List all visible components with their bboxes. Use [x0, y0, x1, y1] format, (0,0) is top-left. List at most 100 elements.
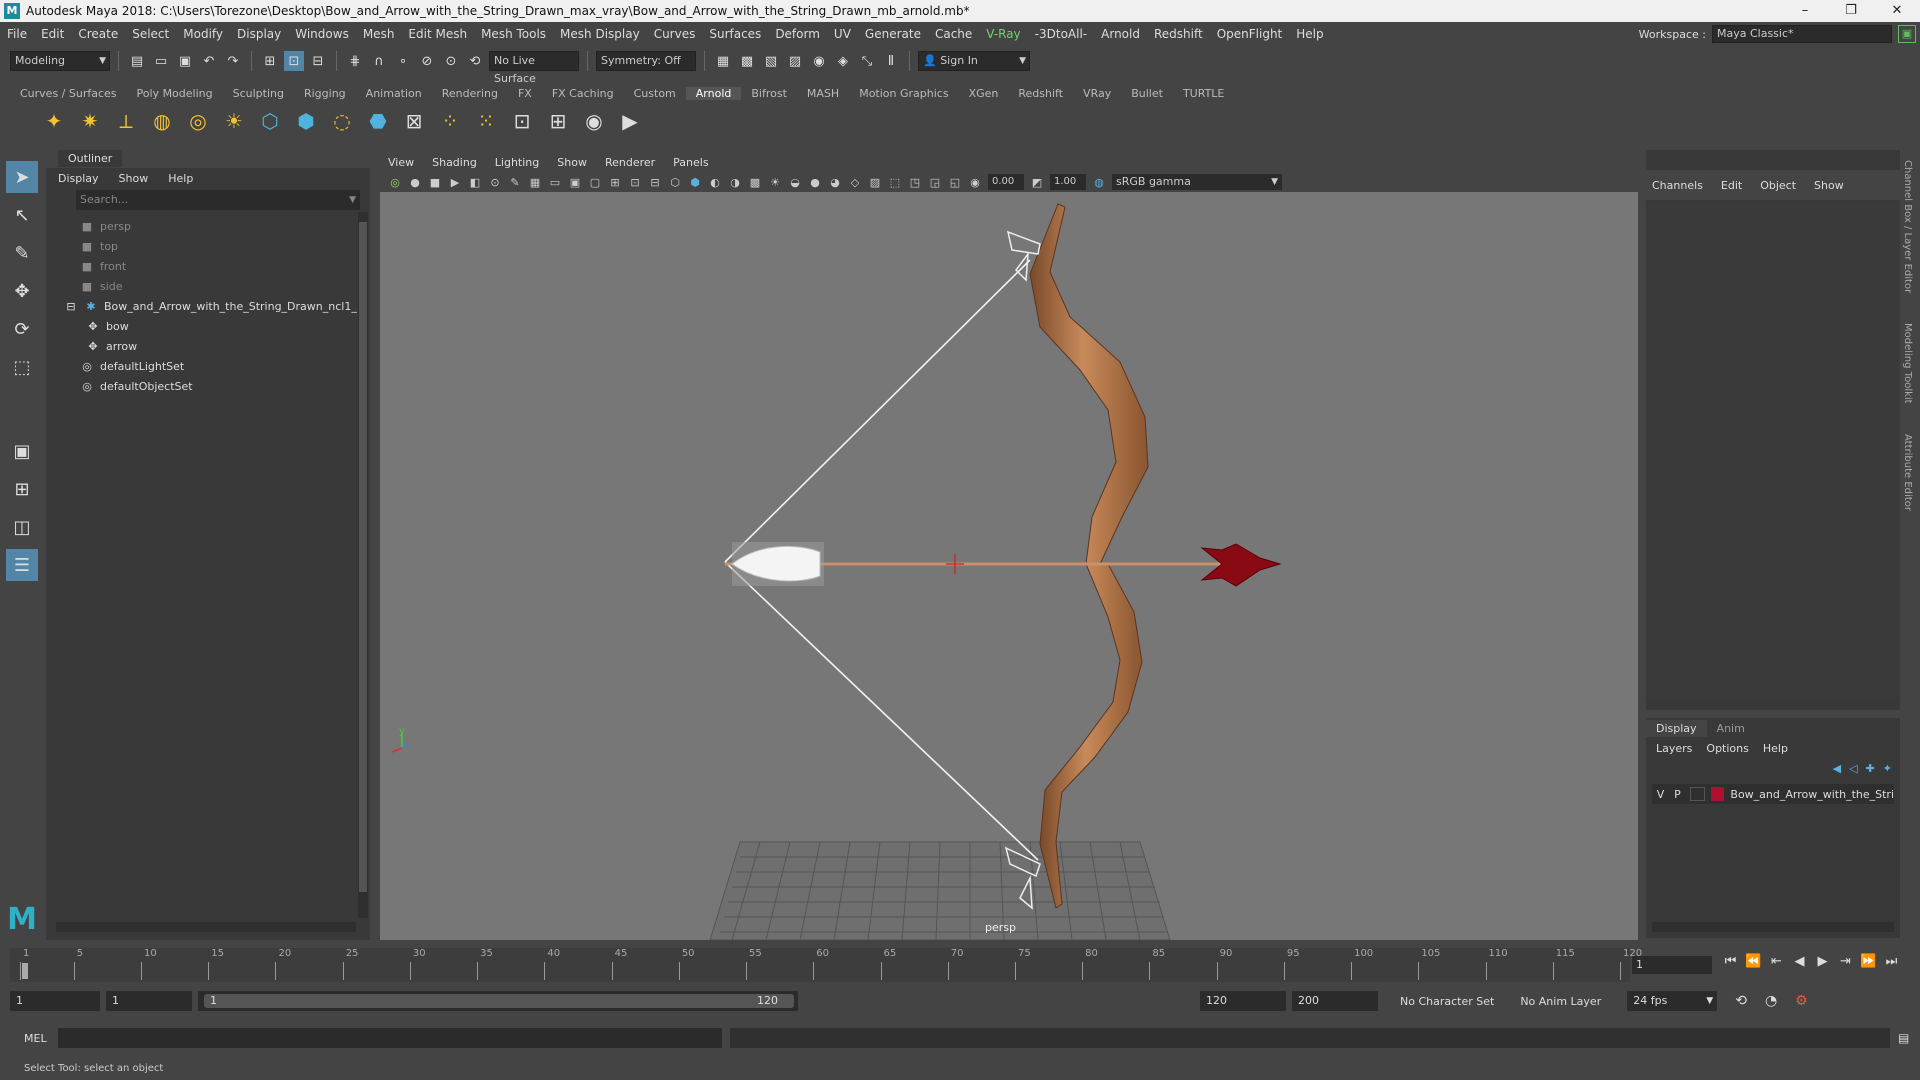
outliner-item-defaultobjectset[interactable]: ◎ defaultObjectSet: [56, 376, 370, 396]
shelf-tab-bifrost[interactable]: Bifrost: [741, 87, 797, 100]
shelf-tab-turtle[interactable]: TURTLE: [1173, 87, 1234, 100]
viewport-menu-view[interactable]: View: [388, 156, 414, 169]
step-forward-key-icon[interactable]: ⇥: [1837, 954, 1854, 969]
close-button[interactable]: ✕: [1874, 0, 1920, 22]
area-light-icon[interactable]: ✦: [40, 107, 68, 135]
gamma-icon[interactable]: ◩: [1030, 175, 1044, 189]
menu-select[interactable]: Select: [125, 27, 176, 41]
viewport-menu-show[interactable]: Show: [557, 156, 587, 169]
skydome-light-icon[interactable]: ◍: [148, 107, 176, 135]
xray-icon[interactable]: ◳: [908, 175, 922, 189]
outliner-item-bow[interactable]: ✥ bow: [56, 316, 370, 336]
paint-select-icon[interactable]: ✎: [6, 237, 38, 269]
playback-start-field[interactable]: 1: [106, 991, 192, 1011]
snap-live-icon[interactable]: ⟲: [465, 51, 485, 71]
channel-menu-show[interactable]: Show: [1814, 179, 1844, 192]
undo-icon[interactable]: ↶: [199, 51, 219, 71]
shelf-tab-mash[interactable]: MASH: [797, 87, 849, 100]
play-icon[interactable]: ▶: [616, 107, 644, 135]
viewport-menu-panels[interactable]: Panels: [673, 156, 708, 169]
restore-button[interactable]: ❐: [1828, 0, 1874, 22]
remove-cache-icon[interactable]: ⁙: [472, 107, 500, 135]
shelf-tab-redshift[interactable]: Redshift: [1008, 87, 1073, 100]
textured-icon[interactable]: ▩: [748, 175, 762, 189]
physical-sky-icon[interactable]: ◎: [184, 107, 212, 135]
channel-menu-channels[interactable]: Channels: [1652, 179, 1703, 192]
menu-uv[interactable]: UV: [827, 27, 858, 41]
time-slider[interactable]: 1 5 10 15 20 25 30 35 40 45 50 55 60 65 70 75 80 85 90 95 10…: [10, 948, 1642, 982]
exposure-icon[interactable]: ◉: [968, 175, 982, 189]
loop-icon[interactable]: ⟲: [1735, 993, 1747, 1009]
shelf-tab-rigging[interactable]: Rigging: [294, 87, 356, 100]
current-frame-field[interactable]: 1: [1632, 956, 1712, 974]
menu-mesh-display[interactable]: Mesh Display: [553, 27, 647, 41]
standin-icon[interactable]: ⬡: [256, 107, 284, 135]
step-forward-icon[interactable]: ⏩: [1860, 954, 1877, 969]
preferences-icon[interactable]: ⚙: [1795, 993, 1808, 1009]
single-view-icon[interactable]: ▣: [6, 435, 38, 467]
eye-icon[interactable]: ◉: [580, 107, 608, 135]
mesh-light-icon[interactable]: ✷: [76, 107, 104, 135]
menu-help[interactable]: Help: [1289, 27, 1330, 41]
move-layer-down-icon[interactable]: ◁: [1849, 762, 1857, 775]
menu-file[interactable]: File: [0, 27, 34, 41]
four-view-icon[interactable]: ⊞: [6, 473, 38, 505]
collapse-icon[interactable]: ⊟: [64, 300, 78, 313]
shelf-tab-bullet[interactable]: Bullet: [1121, 87, 1173, 100]
select-hierarchy-icon[interactable]: ⊞: [260, 51, 280, 71]
texture-manager-icon[interactable]: ⊠: [400, 107, 428, 135]
move-layer-up-icon[interactable]: ◀: [1833, 762, 1841, 775]
shelf-tab-arnold[interactable]: Arnold: [685, 86, 742, 100]
viewport-3d[interactable]: y: [380, 192, 1638, 940]
layer-row[interactable]: V P Bow_and_Arrow_with_the_Stri: [1652, 784, 1894, 804]
step-back-icon[interactable]: ⏪: [1745, 954, 1762, 969]
ipr-icon[interactable]: ▧: [761, 51, 781, 71]
hypershade-icon[interactable]: ◉: [809, 51, 829, 71]
film-gate-icon[interactable]: ▭: [548, 175, 562, 189]
2d-pan-icon[interactable]: ⊙: [488, 175, 502, 189]
outliner-layout-icon[interactable]: ☰: [6, 549, 38, 581]
shelf-tab-fx-caching[interactable]: FX Caching: [542, 87, 624, 100]
save-scene-icon[interactable]: ▣: [175, 51, 195, 71]
play-backwards-icon[interactable]: ◀: [1791, 954, 1808, 969]
layer-menu-layers[interactable]: Layers: [1656, 742, 1692, 755]
new-layer-selected-icon[interactable]: ✦: [1883, 762, 1892, 775]
bookmark-icon[interactable]: ▶: [448, 175, 462, 189]
menu-redshift[interactable]: Redshift: [1147, 27, 1210, 41]
snap-surface-icon[interactable]: ⊙: [441, 51, 461, 71]
menu-modify[interactable]: Modify: [176, 27, 230, 41]
outliner-item-side[interactable]: ■ side: [56, 276, 370, 296]
default-material-icon[interactable]: ◐: [708, 175, 722, 189]
outliner-menu-help[interactable]: Help: [168, 172, 193, 185]
export-standin-icon[interactable]: ⬢: [292, 107, 320, 135]
script-editor-icon[interactable]: ▤: [1898, 1031, 1909, 1045]
range-slider[interactable]: 1 120: [198, 991, 798, 1011]
animation-start-field[interactable]: 1: [10, 991, 100, 1011]
pause-icon[interactable]: Ⅱ: [881, 51, 901, 71]
render-icon[interactable]: ▦: [713, 51, 733, 71]
outliner-item-persp[interactable]: ■ persp: [56, 216, 370, 236]
wireframe-on-shaded-icon[interactable]: ◑: [728, 175, 742, 189]
channel-menu-edit[interactable]: Edit: [1721, 179, 1742, 192]
color-management-icon[interactable]: ◍: [1092, 175, 1106, 189]
menu-cache[interactable]: Cache: [928, 27, 979, 41]
shelf-tab-rendering[interactable]: Rendering: [432, 87, 508, 100]
curve-collector-icon[interactable]: ◌: [328, 107, 356, 135]
isolate-select-icon[interactable]: ⬚: [888, 175, 902, 189]
mel-input[interactable]: [58, 1028, 722, 1048]
playback-end-field[interactable]: 120: [1200, 991, 1286, 1011]
volume-icon[interactable]: ⬣: [364, 107, 392, 135]
render-settings-icon[interactable]: ▨: [785, 51, 805, 71]
scale-tool-icon[interactable]: ⬚: [6, 351, 38, 383]
smooth-shade-icon[interactable]: ⬢: [688, 175, 702, 189]
menu-generate[interactable]: Generate: [858, 27, 928, 41]
shadows-icon[interactable]: ◒: [788, 175, 802, 189]
go-to-end-icon[interactable]: ⏭: [1883, 954, 1900, 969]
redo-icon[interactable]: ↷: [223, 51, 243, 71]
xray-active-icon[interactable]: ◲: [928, 175, 942, 189]
select-object-icon[interactable]: ⊡: [284, 51, 304, 71]
shelf-tab-animation[interactable]: Animation: [356, 87, 432, 100]
menu-vray[interactable]: V-Ray: [979, 27, 1027, 41]
step-back-key-icon[interactable]: ⇤: [1768, 954, 1785, 969]
shelf-tab-curves-surfaces[interactable]: Curves / Surfaces: [10, 87, 127, 100]
